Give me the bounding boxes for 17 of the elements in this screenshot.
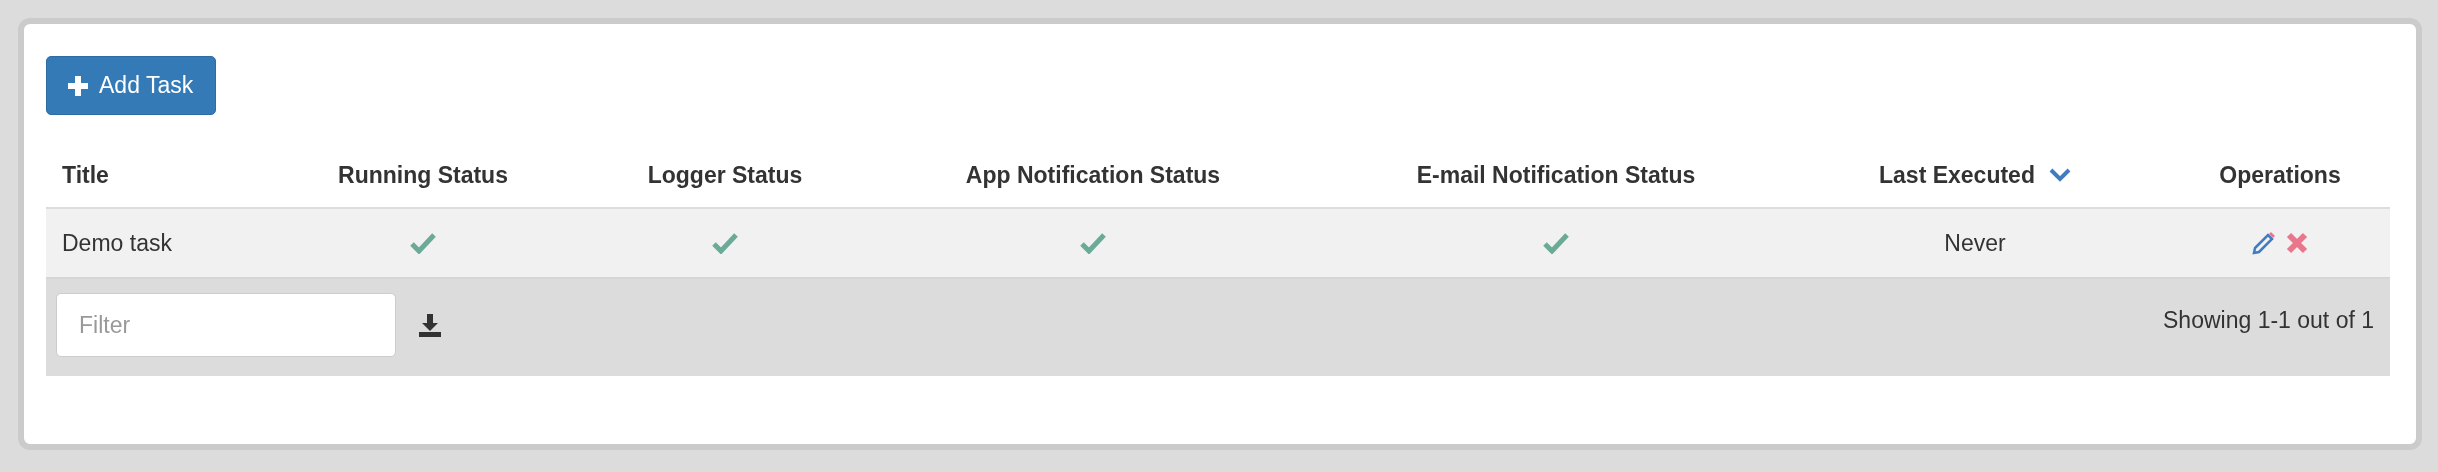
column-header[interactable]: Running Status [338,161,508,189]
column-header[interactable]: Title [62,161,109,189]
column-header[interactable]: E-mail Notification Status [1416,161,1696,189]
column-header[interactable]: Logger Status [647,161,803,189]
column-header[interactable]: App Notification Status [965,161,1221,189]
pagination-summary: Showing 1-1 out of 1 [2163,307,2374,334]
column-header[interactable]: Operations [2219,161,2341,189]
table-cell: Demo task [62,229,172,257]
chevron-down-icon[interactable] [2048,168,2071,182]
download-icon[interactable] [418,313,442,337]
table-cell: Never [1944,229,2006,257]
filter-field[interactable]: Filter [56,293,396,357]
plus-icon [67,74,89,97]
column-header[interactable]: Last Executed [1879,161,2035,189]
add-task-button[interactable]: Add Task [46,56,217,115]
edit-pencil-icon[interactable] [2251,230,2277,256]
delete-icon[interactable] [2285,231,2309,255]
